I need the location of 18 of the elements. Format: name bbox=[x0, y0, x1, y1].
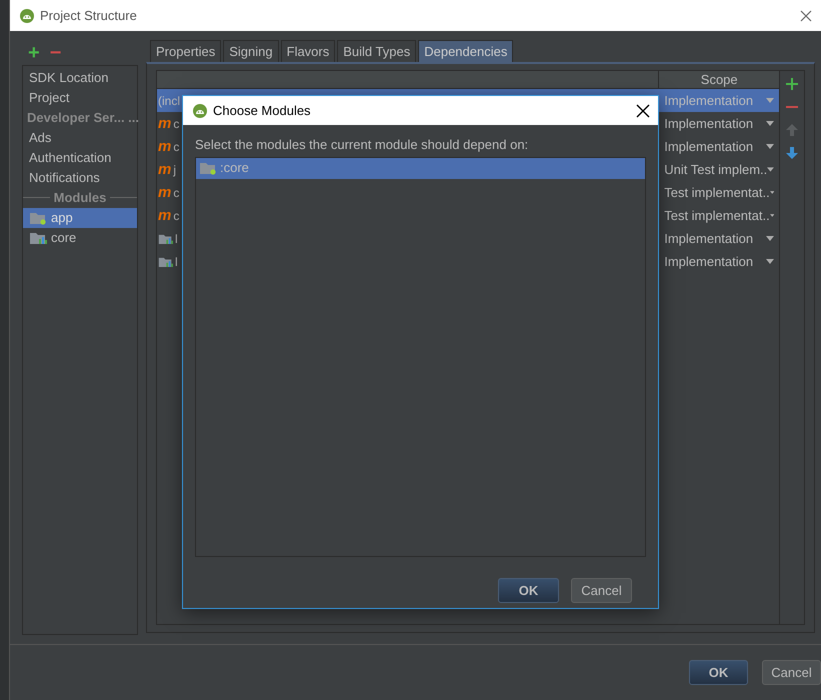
maven-icon: m bbox=[158, 208, 172, 223]
maven-icon: m bbox=[158, 162, 172, 177]
dependency-name: c bbox=[173, 184, 180, 202]
maven-icon: m bbox=[158, 139, 172, 154]
section-label: Modules bbox=[54, 189, 106, 207]
maven-icon: m bbox=[158, 116, 172, 131]
dependency-name: l bbox=[175, 230, 178, 248]
prompt-text: Select the modules the current module should depend on: bbox=[195, 136, 530, 154]
dependency-name: (incl bbox=[158, 92, 180, 110]
dialog-title: Choose Modules bbox=[213, 102, 311, 120]
sidebar-heading: Developer Ser... ... bbox=[26, 109, 137, 127]
dependency-name: c bbox=[173, 208, 180, 224]
window-title: Project Structure bbox=[40, 6, 137, 25]
dependency-name: c bbox=[173, 116, 180, 132]
dependency-name: j bbox=[173, 162, 176, 178]
maven-icon: m bbox=[158, 185, 172, 200]
dependency-name: c bbox=[173, 138, 180, 156]
dependency-name: l bbox=[175, 254, 178, 270]
